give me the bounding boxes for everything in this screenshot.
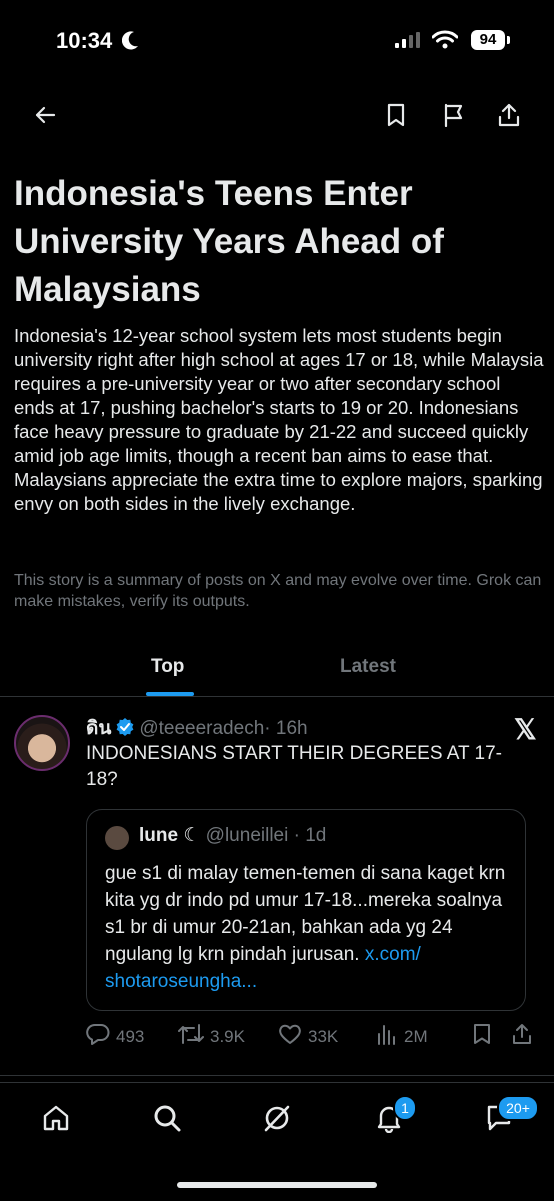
quoted-text: gue s1 di malay temen-temen di sana kage… [105,860,517,995]
status-bar: 10:34 94 [0,0,554,84]
article-summary: Indonesia's 12-year school system lets m… [14,325,544,514]
author-name[interactable]: ดิน [86,718,111,739]
flag-icon[interactable] [438,100,468,130]
reply-icon [86,1023,110,1050]
quoted-author-handle: @luneillei [205,825,289,846]
post[interactable]: ดิน @teeeeradech· 16h 𝕏 INDONESIANS START… [0,697,554,1076]
tab-latest[interactable]: Latest [340,656,396,678]
active-tab-indicator [146,692,194,696]
reply-count: 493 [116,1026,145,1046]
like-button[interactable]: 33K [278,1023,338,1050]
views-count: 2M [404,1026,428,1046]
views-icon [376,1023,398,1050]
quoted-author-name: lune [139,825,179,846]
back-arrow-icon[interactable] [30,100,60,130]
verified-badge-icon [115,717,135,743]
grok-disclaimer: This story is a summary of posts on X an… [14,572,542,610]
cellular-signal-icon [395,32,421,53]
battery-icon: 94 [471,30,505,50]
notifications-badge: 1 [393,1095,417,1121]
post-time: · 16h [264,718,308,739]
bookmark-icon [472,1023,492,1050]
avatar[interactable] [14,715,70,771]
messages-badge: 20+ [497,1095,539,1121]
like-count: 33K [308,1026,339,1046]
post-actions: 493 3.9K 33K 2M [86,1023,536,1049]
top-bar [0,92,554,138]
repost-button[interactable]: 3.9K [178,1023,245,1050]
quoted-header: lune ☾ @luneillei · 1d [139,824,326,847]
grok-icon[interactable] [260,1101,294,1135]
post-text: INDONESIANS START THEIR DEGREES AT 17-18… [86,743,502,790]
views-button[interactable]: 2M [376,1023,428,1050]
home-indicator [177,1182,377,1188]
author-handle[interactable]: @teeeeradech [139,718,264,739]
moon-icon [121,30,140,55]
search-icon[interactable] [150,1101,184,1135]
feed-tabs: Top Latest [0,640,554,697]
home-icon[interactable] [39,1101,73,1135]
heart-icon [278,1023,302,1050]
battery-tip [507,36,510,44]
post-header: ดิน @teeeeradech· 16h [86,713,308,743]
repost-icon [178,1023,204,1050]
quoted-post-time: · 1d [293,825,327,846]
bookmark-post-button[interactable] [472,1023,492,1050]
status-time: 10:34 [56,28,113,53]
article-title: Indonesia's Teens Enter University Years… [14,174,444,309]
repost-count: 3.9K [210,1026,245,1046]
wifi-icon [431,30,459,55]
share-post-button[interactable] [512,1023,532,1050]
bookmark-icon[interactable] [381,100,411,130]
tab-top[interactable]: Top [151,656,184,678]
quoted-body: gue s1 di malay temen-temen di sana kage… [105,863,506,965]
moon-icon: ☾ [183,825,201,846]
reply-button[interactable]: 493 [86,1023,144,1050]
quoted-avatar [105,826,129,850]
share-icon[interactable] [494,100,524,130]
quoted-post[interactable]: lune ☾ @luneillei · 1d gue s1 di malay t… [86,809,526,1011]
share-icon [512,1023,532,1050]
